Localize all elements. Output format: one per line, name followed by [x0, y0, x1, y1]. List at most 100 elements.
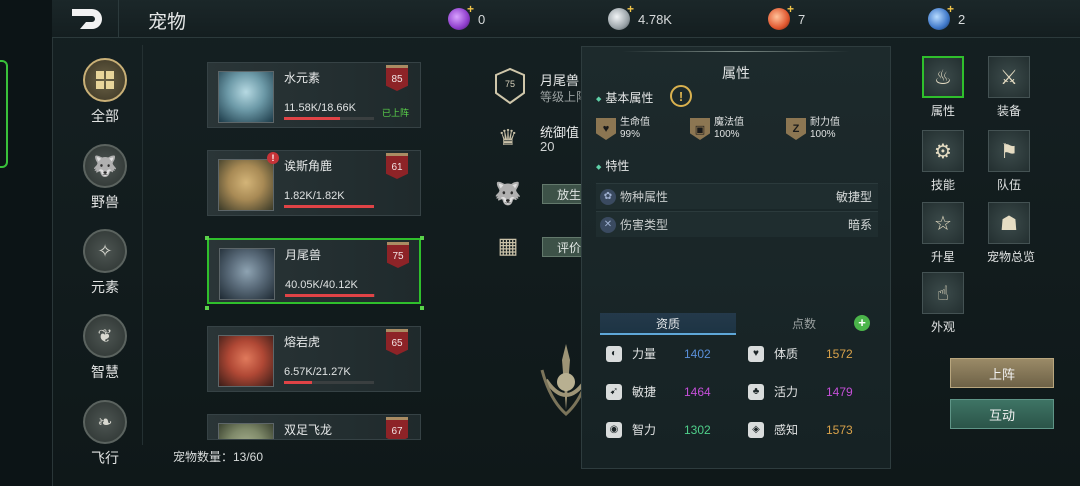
beast-icon: 🐺 — [83, 144, 127, 188]
rate-icon: ▦ — [497, 233, 519, 258]
resource-purple-gem[interactable]: 0 — [448, 2, 486, 30]
book-shield-icon: ▣ — [690, 118, 710, 140]
back-arrow-icon — [72, 9, 102, 29]
star-icon: ☆ — [922, 202, 964, 244]
aptitude-name: 智力 — [632, 423, 657, 437]
menu-attributes[interactable]: ♨ 属性 — [921, 56, 965, 119]
base-stat-value: 100% — [714, 129, 740, 140]
swords-icon: ⚔ — [988, 56, 1030, 98]
pet-portrait — [218, 159, 274, 211]
pet-hp-text: 6.57K/21.27K — [284, 366, 351, 378]
crown-icon: ♛ — [498, 125, 518, 150]
category-element[interactable]: ✧ 元素 — [78, 229, 132, 297]
pet-card[interactable]: 水元素 85 11.58K/18.66K 已上阵 — [207, 62, 421, 128]
pet-name: 熔岩虎 — [284, 335, 321, 349]
left-edge-indicator — [0, 60, 8, 168]
pet-card[interactable]: 双足飞龙 67 — [207, 414, 421, 440]
menu-appearance[interactable]: ☝ 外观 — [921, 272, 965, 335]
tab-points[interactable]: 点数 — [736, 313, 872, 335]
resource-value: 2 — [958, 11, 966, 27]
aptitude-tab-bar: 资质 点数 — [600, 313, 872, 335]
pet-card[interactable]: 诶斯角鹿 61 1.82K/1.82K — [207, 150, 421, 216]
rate-button[interactable]: 评价 — [542, 237, 582, 257]
pet-deployed-label: 已上阵 — [382, 108, 410, 118]
resource-blue-gem[interactable]: 2 — [928, 2, 966, 30]
category-flying[interactable]: ❧ 飞行 — [78, 400, 132, 468]
pet-portrait — [219, 248, 275, 300]
base-stat-value: 100% — [810, 129, 836, 140]
wolf-icon: 🐺 — [494, 181, 522, 206]
category-label: 野兽 — [91, 194, 119, 210]
purple-gem-icon — [448, 2, 474, 30]
selection-corner — [420, 306, 424, 310]
pet-card-selected[interactable]: 月尾兽 75 40.05K/40.12K — [207, 238, 421, 304]
command-value: 20 — [540, 139, 555, 154]
panel-top-line — [622, 51, 850, 52]
aptitude-value: 1464 — [684, 384, 711, 399]
pet-card[interactable]: 熔岩虎 65 6.57K/21.27K — [207, 326, 421, 392]
resource-orange-gem[interactable]: 7 — [768, 2, 805, 30]
add-points-button[interactable]: + — [854, 315, 870, 331]
base-stat-name: 生命值 — [620, 117, 650, 128]
selection-corner — [420, 236, 424, 240]
page-title: 宠物 — [148, 12, 187, 33]
category-wisdom[interactable]: ❦ 智慧 — [78, 314, 132, 382]
menu-skills[interactable]: ⚙ 技能 — [921, 130, 965, 193]
flag-icon: ⚑ — [988, 130, 1030, 172]
menu-star-up[interactable]: ☆ 升星 — [921, 202, 965, 265]
bag-icon: ☗ — [988, 202, 1030, 244]
category-divider — [142, 45, 143, 445]
menu-team[interactable]: ⚑ 队伍 — [987, 130, 1031, 193]
pet-alert-badge: ! — [267, 152, 279, 164]
trait-row: ✿ 物种属性 敏捷型 — [596, 183, 878, 209]
trait-label: 物种属性 — [620, 190, 669, 204]
selected-pet-name: 月尾兽 — [540, 73, 580, 88]
release-button[interactable]: 放生 — [542, 184, 582, 204]
warning-icon[interactable]: ! — [670, 85, 692, 107]
back-button[interactable] — [60, 4, 116, 34]
category-all[interactable]: 全部 — [78, 58, 132, 126]
pet-level-badge: 65 — [386, 329, 408, 355]
menu-label: 技能 — [930, 178, 955, 192]
category-beast[interactable]: 🐺 野兽 — [78, 144, 132, 212]
deploy-button[interactable]: 上阵 — [950, 358, 1054, 388]
category-label: 智慧 — [91, 364, 119, 380]
top-separator — [118, 0, 119, 38]
menu-equipment[interactable]: ⚔ 装备 — [987, 56, 1031, 119]
menu-label: 队伍 — [996, 178, 1021, 192]
base-stat-hp: ♥ 生命值 99% — [596, 117, 650, 141]
resource-value: 4.78K — [638, 11, 672, 27]
aptitude-agility: ➹ 敏捷 1464 — [606, 383, 711, 400]
aptitude-strength: ◐ 力量 1402 — [606, 345, 711, 362]
paw-icon: ✿ — [600, 188, 616, 205]
aptitude-constitution: ♥ 体质 1572 — [748, 345, 853, 362]
aptitude-value: 1572 — [826, 346, 853, 361]
resource-value: 0 — [478, 11, 486, 27]
hand-icon: ☝ — [922, 272, 964, 314]
pet-hp-text: 11.58K/18.66K — [284, 102, 356, 114]
pet-level-badge: 67 — [386, 417, 408, 439]
heart-icon: ♥ — [748, 345, 764, 362]
trait-row: ✕ 伤害类型 暗系 — [596, 211, 878, 237]
grid-icon — [83, 58, 127, 102]
traits-title: 特性 — [596, 157, 629, 174]
blue-gem-icon — [928, 2, 954, 30]
heart-shield-icon: ♥ — [596, 118, 616, 140]
strength-icon: ◐ — [606, 345, 622, 362]
base-stat-mp: ▣ 魔法值 100% — [690, 117, 744, 141]
aptitude-name: 感知 — [774, 423, 799, 437]
tab-aptitude[interactable]: 资质 — [600, 313, 736, 335]
resource-silver-coin[interactable]: 4.78K — [608, 2, 672, 30]
pet-name: 水元素 — [284, 71, 321, 85]
skill-icon: ⚙ — [922, 130, 964, 172]
attribute-panel-title: 属性 — [722, 65, 750, 81]
pet-portrait — [218, 71, 274, 123]
base-stat-name: 耐力值 — [810, 117, 840, 128]
pet-hp-bar — [284, 205, 374, 208]
aptitude-name: 力量 — [632, 347, 657, 361]
aptitude-vitality: ♣ 活力 1479 — [748, 383, 853, 400]
stamina-shield-icon: Z — [786, 118, 806, 140]
menu-pet-overview[interactable]: ☗ 宠物总览 — [987, 202, 1035, 265]
menu-label: 外观 — [930, 320, 955, 334]
interact-button[interactable]: 互动 — [950, 399, 1054, 429]
